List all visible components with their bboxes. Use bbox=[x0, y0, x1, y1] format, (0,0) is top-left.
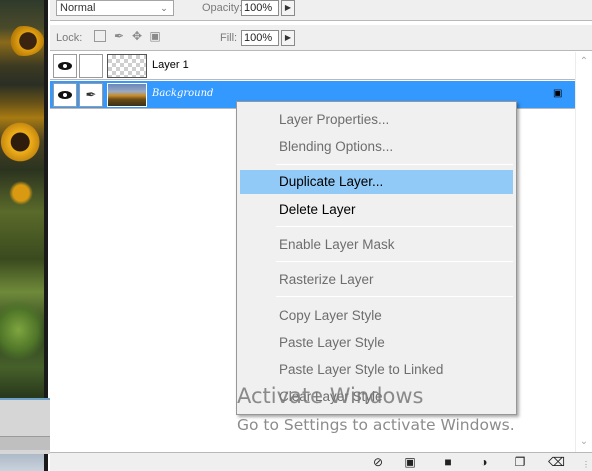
brush-icon[interactable]: ✒ bbox=[79, 83, 103, 107]
sunflower-image-fragment bbox=[4, 26, 44, 56]
fill-field[interactable]: 100% bbox=[241, 30, 279, 46]
layer-context-menu: Layer Properties... Blending Options... … bbox=[236, 101, 517, 415]
chevron-up-icon[interactable]: ⌃ bbox=[576, 54, 592, 70]
horizontal-scrollbar[interactable] bbox=[0, 436, 50, 450]
new-group-icon[interactable]: ■ bbox=[440, 455, 456, 470]
menu-separator bbox=[276, 296, 513, 297]
menu-item-enable-layer-mask[interactable]: Enable Layer Mask bbox=[240, 233, 513, 257]
adjustment-layer-icon[interactable]: ◑ bbox=[476, 455, 492, 470]
menu-item-paste-layer-style[interactable]: Paste Layer Style bbox=[240, 331, 513, 355]
layer-thumbnail bbox=[107, 83, 147, 107]
lock-label: Lock: bbox=[56, 32, 83, 44]
move-icon[interactable]: ✥ bbox=[130, 29, 144, 43]
layer-thumbnail bbox=[107, 54, 147, 78]
resize-grip-icon[interactable]: ⋮ bbox=[582, 460, 590, 470]
eye-icon bbox=[58, 91, 72, 99]
menu-separator bbox=[276, 261, 513, 262]
trash-icon[interactable]: ⌫ bbox=[548, 455, 565, 470]
layers-bottom-bar: ⊘ ▣ ■ ◑ ❐ ⌫ ⋮ bbox=[50, 452, 592, 471]
menu-separator bbox=[276, 226, 513, 227]
fill-label: Fill: bbox=[220, 32, 238, 44]
eye-icon bbox=[58, 62, 72, 70]
lock-toolbar: Lock: ✒ ✥ ▣ Fill: 100% ▶ bbox=[50, 25, 592, 51]
leaf-image-fragment bbox=[0, 300, 46, 360]
chevron-down-icon[interactable]: ⌄ bbox=[576, 434, 592, 450]
menu-item-paste-layer-style-to-linked[interactable]: Paste Layer Style to Linked bbox=[240, 358, 513, 382]
layer-name: Layer 1 bbox=[152, 59, 189, 71]
link-toggle[interactable] bbox=[79, 54, 103, 78]
blend-toolbar: Normal ⌄ Opacity: 100% ▶ bbox=[50, 0, 592, 21]
blend-mode-select[interactable]: Normal ⌄ bbox=[56, 0, 174, 16]
lock-icon[interactable]: ▣ bbox=[148, 29, 162, 43]
vertical-scrollbar[interactable]: ⌃ ⌄ bbox=[575, 52, 592, 452]
lock-icon: ▣ bbox=[553, 88, 563, 99]
brush-icon[interactable]: ✒ bbox=[112, 29, 126, 43]
menu-item-copy-layer-style[interactable]: Copy Layer Style bbox=[240, 304, 513, 328]
menu-item-rasterize-layer[interactable]: Rasterize Layer bbox=[240, 268, 513, 292]
visibility-toggle[interactable] bbox=[53, 54, 77, 78]
sunflower-image-fragment bbox=[6, 180, 36, 206]
sunflower-image-fragment bbox=[0, 120, 40, 164]
layer-name: Background bbox=[152, 88, 214, 99]
activation-watermark-title: Activate Windows bbox=[237, 384, 424, 408]
blend-mode-value: Normal bbox=[60, 2, 96, 14]
menu-item-duplicate-layer[interactable]: Duplicate Layer... bbox=[240, 170, 513, 194]
canvas-scroll-area bbox=[0, 398, 50, 454]
arrow-right-icon[interactable]: ▶ bbox=[281, 30, 295, 46]
arrow-right-icon[interactable]: ▶ bbox=[281, 0, 295, 16]
menu-item-blending-options[interactable]: Blending Options... bbox=[240, 135, 513, 159]
layer-row-layer-1[interactable]: Layer 1 bbox=[50, 52, 575, 80]
activation-watermark-subtitle: Go to Settings to activate Windows. bbox=[237, 416, 515, 434]
opacity-field[interactable]: 100% bbox=[241, 0, 279, 16]
menu-separator bbox=[276, 164, 513, 165]
opacity-label: Opacity: bbox=[202, 2, 243, 14]
menu-item-delete-layer[interactable]: Delete Layer bbox=[240, 198, 513, 222]
lock-transparent-pixels-icon[interactable] bbox=[94, 30, 106, 42]
chevron-down-icon: ⌄ bbox=[160, 3, 168, 13]
link-layers-icon[interactable]: ⊘ bbox=[370, 455, 386, 470]
menu-item-layer-properties[interactable]: Layer Properties... bbox=[240, 108, 513, 132]
add-mask-icon[interactable]: ▣ bbox=[402, 455, 418, 470]
new-layer-icon[interactable]: ❐ bbox=[512, 455, 528, 470]
visibility-toggle[interactable] bbox=[53, 83, 77, 107]
